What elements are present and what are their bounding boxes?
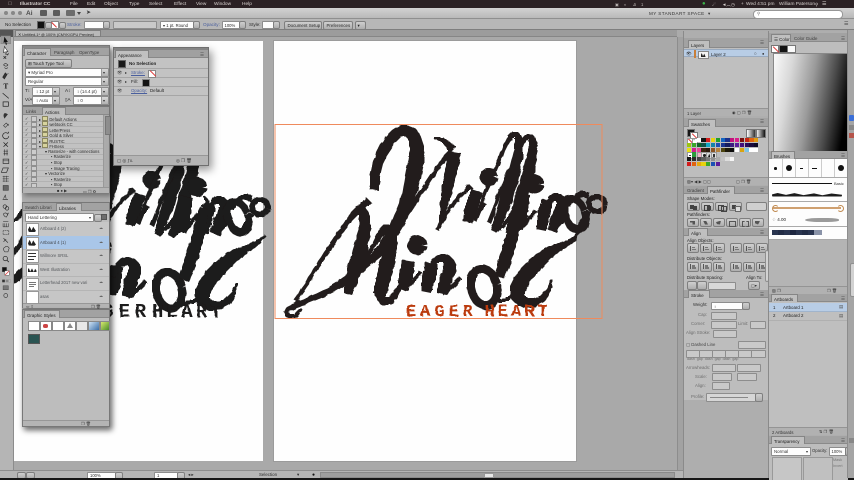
svg-text:HEART: HEART <box>485 303 552 322</box>
svg-text:HEART: HEART <box>152 301 225 323</box>
svg-text:EAGER: EAGER <box>406 303 477 322</box>
svg-text:T: T <box>4 83 9 91</box>
